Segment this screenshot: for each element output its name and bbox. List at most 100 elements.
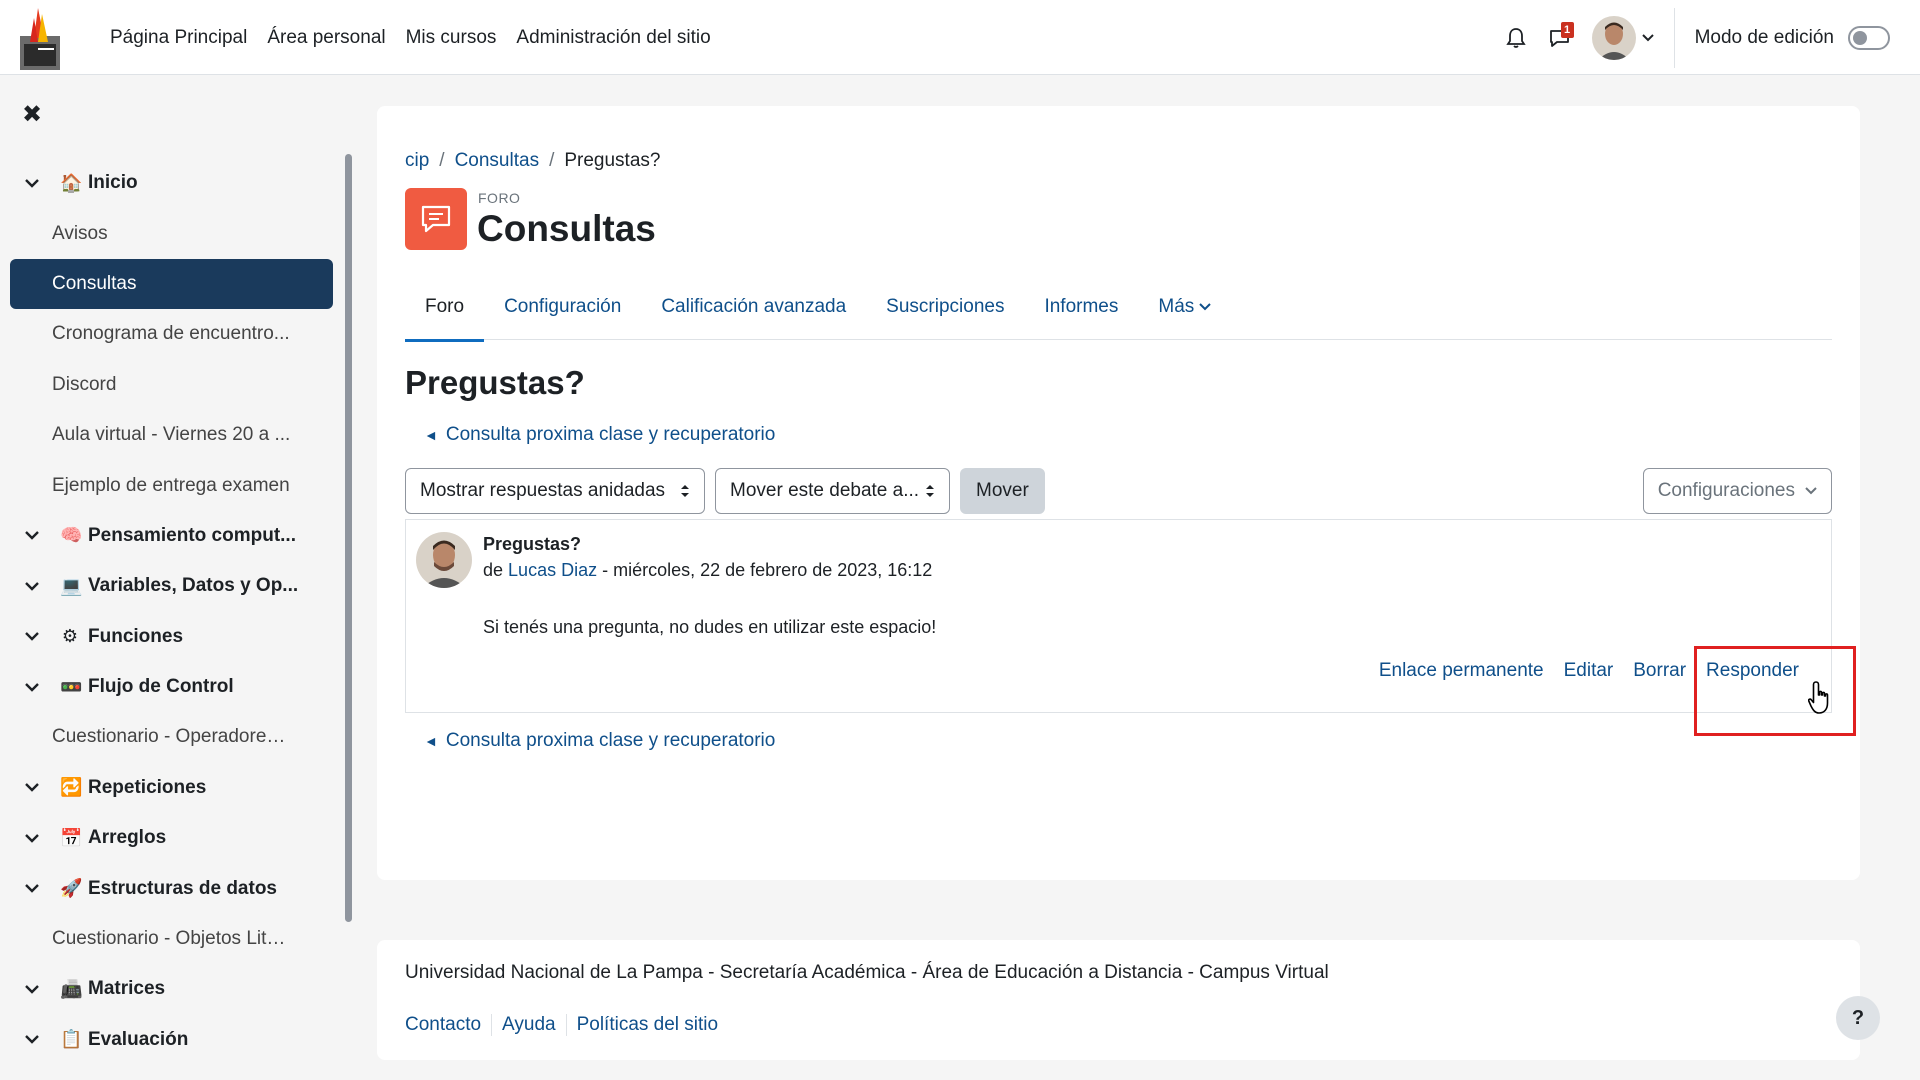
collapse-chevron-icon[interactable] (22, 985, 42, 994)
breadcrumb-item-forum[interactable]: Consultas (455, 150, 540, 172)
primary-navigation: Página Principal Área personal Mis curso… (100, 0, 721, 75)
collapse-chevron-icon[interactable] (22, 884, 42, 893)
delete-link[interactable]: Borrar (1623, 660, 1696, 682)
sidebar-item[interactable]: Cronograma de encuentro... (10, 309, 333, 359)
collapse-chevron-icon[interactable] (22, 178, 42, 188)
sidebar-item[interactable]: Consultas (10, 258, 333, 310)
tab-subscriptions[interactable]: Suscripciones (866, 274, 1024, 340)
settings-dropdown-button[interactable]: Configuraciones (1642, 468, 1832, 514)
collapse-chevron-icon[interactable] (22, 682, 42, 692)
collapse-chevron-icon[interactable] (22, 1035, 42, 1045)
page-footer: Universidad Nacional de La Pampa - Secre… (377, 940, 1860, 1060)
sidebar-item[interactable]: Cuestionario - Objetos Lite... (10, 914, 333, 964)
user-avatar[interactable] (1591, 15, 1636, 60)
tab-more[interactable]: Más (1138, 274, 1231, 340)
page-title: Consultas (477, 208, 656, 249)
breadcrumb: cip / Consultas / Pregustas? (405, 150, 660, 172)
sidebar-item[interactable]: Avisos (10, 208, 333, 258)
previous-discussion-link-bottom[interactable]: ◄ Consulta proxima clase y recuperatorio (424, 730, 775, 752)
sidebar-item[interactable]: Cuestionario - Operadores ... (10, 712, 333, 762)
footer-institution-text: Universidad Nacional de La Pampa - Secre… (405, 962, 1329, 983)
sidebar-item[interactable]: 🔁 Repeticiones (10, 763, 333, 813)
post-body: Si tenés una pregunta, no dudes en utili… (483, 617, 937, 637)
sidebar-item[interactable]: 📋 Evaluación (10, 1015, 333, 1065)
collapse-chevron-icon[interactable] (22, 632, 42, 641)
breadcrumb-separator: / (439, 150, 445, 171)
discussion-title: Pregustas? (405, 364, 585, 401)
course-index: 🏠 Inicio Avisos Consultas Cronograma de encu… (10, 158, 333, 1065)
nav-link-home[interactable]: Página Principal (100, 27, 257, 49)
sidebar-item-label: Cronograma de encuentro... (52, 323, 290, 345)
sidebar-item[interactable]: 📠 Matrices (10, 964, 333, 1014)
edit-mode-label: Modo de edición (1694, 26, 1834, 48)
site-logo[interactable] (20, 8, 60, 70)
nav-link-my-courses[interactable]: Mis cursos (396, 27, 507, 49)
sidebar-item[interactable]: 📅 Arreglos (10, 813, 333, 863)
navbar-divider (1673, 7, 1675, 68)
sidebar-item-label: Discord (52, 373, 117, 395)
move-button[interactable]: Mover (960, 468, 1045, 514)
sidebar-item[interactable]: Discord (10, 360, 333, 410)
settings-dropdown-label: Configuraciones (1657, 480, 1795, 501)
tab-reports[interactable]: Informes (1024, 274, 1138, 340)
sidebar-item[interactable]: 🚥 Flujo de Control (10, 662, 333, 712)
section-emoji-icon: 📠 (60, 978, 83, 1000)
post-author-link[interactable]: Lucas Diaz (508, 560, 597, 580)
move-discussion-select[interactable]: Mover este debate a... (715, 468, 950, 514)
main-content: cip / Consultas / Pregustas? FORO Consul… (377, 106, 1860, 880)
sidebar-item-label: Matrices (88, 978, 166, 1000)
user-menu-chevron-down-icon[interactable] (1641, 29, 1654, 47)
select-arrows-icon (926, 485, 934, 497)
user-navigation: 1 Modo de edición (1490, 0, 1890, 75)
breadcrumb-item-course[interactable]: cip (405, 150, 429, 172)
select-arrows-icon (681, 485, 689, 497)
nav-link-site-admin[interactable]: Administración del sitio (506, 27, 720, 49)
permalink-link[interactable]: Enlace permanente (1369, 660, 1554, 682)
sidebar-scrollbar[interactable] (345, 154, 352, 922)
footer-link-help[interactable]: Ayuda (491, 1014, 566, 1036)
sidebar-item[interactable]: Aula virtual - Viernes 20 a ... (10, 410, 333, 460)
discussion-controls: Mostrar respuestas anidadas Mover este d… (405, 468, 1045, 514)
previous-discussion-link[interactable]: ◄ Consulta proxima clase y recuperatorio (424, 424, 775, 446)
tab-forum[interactable]: Foro (405, 274, 485, 342)
sidebar-item-label: Cuestionario - Objetos Lite... (52, 928, 292, 950)
sidebar-item[interactable]: ⚙ Funciones (10, 612, 333, 662)
messages-button[interactable]: 1 (1542, 20, 1578, 56)
arrow-left-icon: ◄ (424, 427, 438, 443)
tab-settings[interactable]: Configuración (484, 274, 641, 340)
post-author-avatar[interactable] (416, 532, 472, 588)
section-emoji-icon: 🔁 (60, 777, 83, 799)
sidebar-item[interactable]: 🏠 Inicio (10, 158, 333, 208)
footer-link-contact[interactable]: Contacto (405, 1014, 491, 1036)
notifications-button[interactable] (1498, 20, 1534, 56)
edit-link[interactable]: Editar (1554, 660, 1624, 682)
course-index-drawer: ✖ 🏠 Inicio Avisos Consultas Cronograma de en… (0, 76, 360, 1080)
edit-mode-toggle[interactable] (1848, 25, 1890, 50)
collapse-chevron-icon[interactable] (22, 783, 42, 793)
footer-link-policies[interactable]: Políticas del sitio (565, 1014, 729, 1036)
collapse-chevron-icon[interactable] (22, 833, 42, 843)
section-emoji-icon: 📅 (60, 827, 83, 849)
sidebar-item[interactable]: Ejemplo de entrega examen (10, 460, 333, 510)
section-emoji-icon: ⚙ (61, 626, 79, 648)
sidebar-item[interactable]: 🧠 Pensamiento comput... (10, 511, 333, 561)
section-emoji-icon: 🚥 (60, 676, 83, 698)
sidebar-item-label: Estructuras de datos (88, 877, 277, 899)
collapse-chevron-icon[interactable] (22, 581, 42, 591)
help-button[interactable]: ? (1836, 996, 1880, 1040)
tab-advanced-grading[interactable]: Calificación avanzada (641, 274, 866, 340)
close-drawer-icon[interactable]: ✖ (22, 100, 42, 129)
display-mode-select[interactable]: Mostrar respuestas anidadas (405, 468, 705, 514)
top-navbar: Página Principal Área personal Mis curso… (0, 0, 1920, 75)
tab-more-label: Más (1158, 296, 1195, 317)
collapse-chevron-icon[interactable] (22, 531, 42, 541)
section-emoji-icon: 📋 (60, 1029, 83, 1051)
forum-post: Pregustas? de Lucas Diaz - miércoles, 22… (405, 519, 1832, 713)
sidebar-item-label: Avisos (52, 222, 108, 244)
nav-link-dashboard[interactable]: Área personal (257, 27, 395, 49)
sidebar-item[interactable]: 🚀 Estructuras de datos (10, 863, 333, 913)
sidebar-item-label: Funciones (88, 625, 184, 647)
arrow-left-icon: ◄ (424, 733, 438, 749)
sidebar-item[interactable]: 💻 Variables, Datos y Op... (10, 561, 333, 611)
secondary-navigation: Foro Configuración Calificación avanzada… (405, 274, 1832, 342)
